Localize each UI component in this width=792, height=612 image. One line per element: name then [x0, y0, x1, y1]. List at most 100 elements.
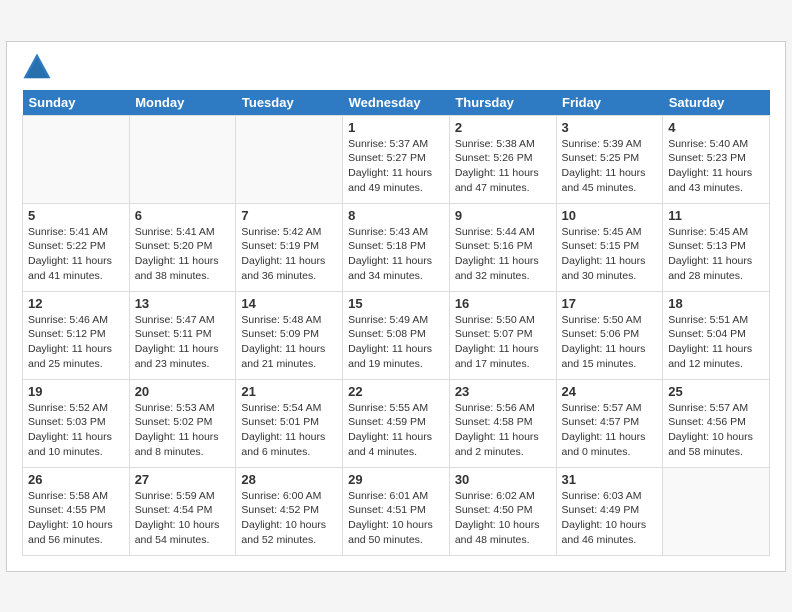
- day-number: 30: [455, 472, 551, 487]
- day-number: 7: [241, 208, 337, 223]
- day-info: Sunrise: 6:01 AM Sunset: 4:51 PM Dayligh…: [348, 489, 444, 548]
- calendar-cell: 20 Sunrise: 5:53 AM Sunset: 5:02 PM Dayli…: [129, 379, 236, 467]
- day-info: Sunrise: 5:51 AM Sunset: 5:04 PM Dayligh…: [668, 313, 764, 372]
- day-number: 19: [28, 384, 124, 399]
- weekday-header-tuesday: Tuesday: [236, 90, 343, 116]
- day-info: Sunrise: 5:57 AM Sunset: 4:57 PM Dayligh…: [562, 401, 658, 460]
- week-row-1: 1 Sunrise: 5:37 AM Sunset: 5:27 PM Daylig…: [23, 115, 770, 203]
- calendar-cell: 17 Sunrise: 5:50 AM Sunset: 5:06 PM Dayli…: [556, 291, 663, 379]
- calendar-header: [22, 52, 770, 82]
- calendar-cell: [129, 115, 236, 203]
- day-info: Sunrise: 5:43 AM Sunset: 5:18 PM Dayligh…: [348, 225, 444, 284]
- calendar-cell: 16 Sunrise: 5:50 AM Sunset: 5:07 PM Dayli…: [449, 291, 556, 379]
- day-number: 31: [562, 472, 658, 487]
- day-info: Sunrise: 5:57 AM Sunset: 4:56 PM Dayligh…: [668, 401, 764, 460]
- calendar-cell: 11 Sunrise: 5:45 AM Sunset: 5:13 PM Dayli…: [663, 203, 770, 291]
- day-number: 17: [562, 296, 658, 311]
- day-number: 16: [455, 296, 551, 311]
- calendar-cell: 19 Sunrise: 5:52 AM Sunset: 5:03 PM Dayli…: [23, 379, 130, 467]
- week-row-5: 26 Sunrise: 5:58 AM Sunset: 4:55 PM Dayli…: [23, 467, 770, 555]
- calendar-cell: 31Sunrise: 6:03 AM Sunset: 4:49 PM Dayli…: [556, 467, 663, 555]
- day-number: 26: [28, 472, 124, 487]
- day-info: Sunrise: 5:47 AM Sunset: 5:11 PM Dayligh…: [135, 313, 231, 372]
- weekday-header-row: SundayMondayTuesdayWednesdayThursdayFrid…: [23, 90, 770, 116]
- day-info: Sunrise: 6:00 AM Sunset: 4:52 PM Dayligh…: [241, 489, 337, 548]
- calendar-cell: 14 Sunrise: 5:48 AM Sunset: 5:09 PM Dayli…: [236, 291, 343, 379]
- day-info: Sunrise: 5:50 AM Sunset: 5:07 PM Dayligh…: [455, 313, 551, 372]
- weekday-header-thursday: Thursday: [449, 90, 556, 116]
- week-row-4: 19 Sunrise: 5:52 AM Sunset: 5:03 PM Dayli…: [23, 379, 770, 467]
- week-row-2: 5 Sunrise: 5:41 AM Sunset: 5:22 PM Daylig…: [23, 203, 770, 291]
- day-info: Sunrise: 5:50 AM Sunset: 5:06 PM Dayligh…: [562, 313, 658, 372]
- calendar-cell: 15 Sunrise: 5:49 AM Sunset: 5:08 PM Dayli…: [343, 291, 450, 379]
- day-number: 23: [455, 384, 551, 399]
- day-number: 11: [668, 208, 764, 223]
- calendar-cell: 6 Sunrise: 5:41 AM Sunset: 5:20 PM Daylig…: [129, 203, 236, 291]
- day-info: Sunrise: 5:53 AM Sunset: 5:02 PM Dayligh…: [135, 401, 231, 460]
- day-number: 20: [135, 384, 231, 399]
- calendar-cell: [23, 115, 130, 203]
- day-number: 9: [455, 208, 551, 223]
- calendar-cell: 3 Sunrise: 5:39 AM Sunset: 5:25 PM Daylig…: [556, 115, 663, 203]
- calendar-cell: 5 Sunrise: 5:41 AM Sunset: 5:22 PM Daylig…: [23, 203, 130, 291]
- day-number: 29: [348, 472, 444, 487]
- day-info: Sunrise: 5:38 AM Sunset: 5:26 PM Dayligh…: [455, 137, 551, 196]
- day-number: 4: [668, 120, 764, 135]
- day-info: Sunrise: 5:48 AM Sunset: 5:09 PM Dayligh…: [241, 313, 337, 372]
- calendar-cell: 26 Sunrise: 5:58 AM Sunset: 4:55 PM Dayli…: [23, 467, 130, 555]
- day-info: Sunrise: 5:37 AM Sunset: 5:27 PM Dayligh…: [348, 137, 444, 196]
- calendar-cell: 25 Sunrise: 5:57 AM Sunset: 4:56 PM Dayli…: [663, 379, 770, 467]
- day-info: Sunrise: 5:41 AM Sunset: 5:22 PM Dayligh…: [28, 225, 124, 284]
- calendar-cell: 2 Sunrise: 5:38 AM Sunset: 5:26 PM Daylig…: [449, 115, 556, 203]
- day-number: 27: [135, 472, 231, 487]
- calendar-cell: 13Sunrise: 5:47 AM Sunset: 5:11 PM Dayli…: [129, 291, 236, 379]
- calendar-cell: 4 Sunrise: 5:40 AM Sunset: 5:23 PM Daylig…: [663, 115, 770, 203]
- day-number: 22: [348, 384, 444, 399]
- week-row-3: 12 Sunrise: 5:46 AM Sunset: 5:12 PM Dayli…: [23, 291, 770, 379]
- day-number: 10: [562, 208, 658, 223]
- day-number: 2: [455, 120, 551, 135]
- day-info: Sunrise: 5:58 AM Sunset: 4:55 PM Dayligh…: [28, 489, 124, 548]
- day-number: 14: [241, 296, 337, 311]
- day-info: Sunrise: 5:55 AM Sunset: 4:59 PM Dayligh…: [348, 401, 444, 460]
- day-info: Sunrise: 5:45 AM Sunset: 5:13 PM Dayligh…: [668, 225, 764, 284]
- weekday-header-wednesday: Wednesday: [343, 90, 450, 116]
- day-number: 25: [668, 384, 764, 399]
- calendar-table: SundayMondayTuesdayWednesdayThursdayFrid…: [22, 90, 770, 556]
- weekday-header-monday: Monday: [129, 90, 236, 116]
- calendar-cell: [663, 467, 770, 555]
- calendar-cell: 10Sunrise: 5:45 AM Sunset: 5:15 PM Dayli…: [556, 203, 663, 291]
- day-number: 21: [241, 384, 337, 399]
- day-number: 6: [135, 208, 231, 223]
- calendar-cell: 12 Sunrise: 5:46 AM Sunset: 5:12 PM Dayli…: [23, 291, 130, 379]
- calendar-cell: [236, 115, 343, 203]
- calendar-cell: 18Sunrise: 5:51 AM Sunset: 5:04 PM Dayli…: [663, 291, 770, 379]
- calendar-cell: 24Sunrise: 5:57 AM Sunset: 4:57 PM Dayli…: [556, 379, 663, 467]
- logo-icon: [22, 52, 52, 82]
- calendar-cell: 28 Sunrise: 6:00 AM Sunset: 4:52 PM Dayli…: [236, 467, 343, 555]
- calendar-cell: 30 Sunrise: 6:02 AM Sunset: 4:50 PM Dayli…: [449, 467, 556, 555]
- calendar-cell: 8Sunrise: 5:43 AM Sunset: 5:18 PM Daylig…: [343, 203, 450, 291]
- day-number: 3: [562, 120, 658, 135]
- calendar-cell: 23 Sunrise: 5:56 AM Sunset: 4:58 PM Dayli…: [449, 379, 556, 467]
- day-info: Sunrise: 5:49 AM Sunset: 5:08 PM Dayligh…: [348, 313, 444, 372]
- day-info: Sunrise: 5:54 AM Sunset: 5:01 PM Dayligh…: [241, 401, 337, 460]
- day-info: Sunrise: 5:52 AM Sunset: 5:03 PM Dayligh…: [28, 401, 124, 460]
- day-info: Sunrise: 5:56 AM Sunset: 4:58 PM Dayligh…: [455, 401, 551, 460]
- day-number: 12: [28, 296, 124, 311]
- calendar-container: SundayMondayTuesdayWednesdayThursdayFrid…: [6, 41, 786, 572]
- calendar-cell: 1 Sunrise: 5:37 AM Sunset: 5:27 PM Daylig…: [343, 115, 450, 203]
- day-info: Sunrise: 5:46 AM Sunset: 5:12 PM Dayligh…: [28, 313, 124, 372]
- day-number: 5: [28, 208, 124, 223]
- day-number: 15: [348, 296, 444, 311]
- calendar-cell: 22 Sunrise: 5:55 AM Sunset: 4:59 PM Dayli…: [343, 379, 450, 467]
- calendar-cell: 9Sunrise: 5:44 AM Sunset: 5:16 PM Daylig…: [449, 203, 556, 291]
- calendar-cell: 29 Sunrise: 6:01 AM Sunset: 4:51 PM Dayli…: [343, 467, 450, 555]
- day-info: Sunrise: 5:42 AM Sunset: 5:19 PM Dayligh…: [241, 225, 337, 284]
- day-number: 1: [348, 120, 444, 135]
- day-info: Sunrise: 5:41 AM Sunset: 5:20 PM Dayligh…: [135, 225, 231, 284]
- day-info: Sunrise: 6:02 AM Sunset: 4:50 PM Dayligh…: [455, 489, 551, 548]
- day-info: Sunrise: 5:39 AM Sunset: 5:25 PM Dayligh…: [562, 137, 658, 196]
- day-info: Sunrise: 5:40 AM Sunset: 5:23 PM Dayligh…: [668, 137, 764, 196]
- day-number: 28: [241, 472, 337, 487]
